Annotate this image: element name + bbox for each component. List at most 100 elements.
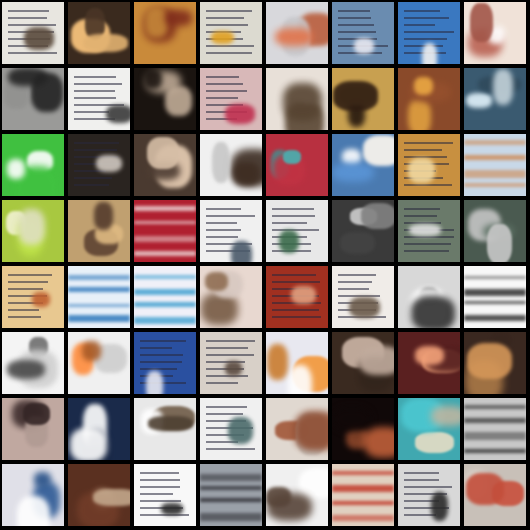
generated-image-tile: [398, 134, 460, 196]
texture-stripe: [404, 184, 452, 186]
texture-band: [200, 485, 262, 490]
texture-blob: [105, 104, 130, 123]
texture-blob: [340, 232, 375, 254]
generated-image-tile: [464, 266, 526, 328]
generated-image-tile: [266, 2, 328, 64]
generated-image-tile: [68, 68, 130, 130]
generated-image-tile: [200, 266, 262, 328]
texture-stripe: [140, 361, 182, 363]
texture-band: [134, 288, 196, 295]
generated-image-tile: [464, 2, 526, 64]
texture-stripe: [206, 347, 248, 349]
generated-image-tile: [134, 398, 196, 460]
texture-stripe: [206, 83, 243, 85]
generated-image-tile: [398, 266, 460, 328]
texture-stripe: [404, 142, 453, 144]
texture-band: [464, 418, 526, 423]
texture-stripe: [206, 215, 255, 217]
texture-stripe: [404, 149, 442, 151]
texture-stripe: [338, 24, 374, 26]
texture-band: [134, 302, 196, 307]
generated-image-tile: [464, 134, 526, 196]
texture-blob: [415, 431, 455, 453]
texture-blob: [486, 223, 512, 262]
generated-image-tile: [398, 200, 460, 262]
texture-blob: [266, 343, 289, 381]
generated-image-tile: [332, 464, 394, 526]
generated-image-tile: [266, 332, 328, 394]
texture-blob: [230, 240, 252, 262]
texture-blob: [282, 149, 302, 164]
texture-stripe: [8, 24, 56, 26]
texture-blob: [225, 360, 243, 377]
texture-blob: [278, 229, 299, 253]
generated-image-tile: [398, 332, 460, 394]
texture-stripe: [74, 149, 117, 151]
texture-stripe: [8, 309, 39, 311]
texture-stripe: [8, 281, 48, 283]
generated-image-tile: [134, 266, 196, 328]
texture-stripe: [404, 243, 451, 245]
texture-stripe: [338, 288, 369, 290]
texture-stripe: [206, 208, 241, 210]
texture-blob: [146, 371, 164, 394]
texture-blob: [233, 161, 260, 187]
texture-stripe: [206, 45, 254, 47]
generated-image-tile: [2, 398, 64, 460]
texture-blob: [211, 142, 231, 184]
generated-image-tile: [200, 398, 262, 460]
texture-band: [464, 448, 526, 453]
texture-band: [200, 498, 262, 502]
generated-image-tile: [464, 398, 526, 460]
texture-blob: [148, 416, 194, 431]
texture-stripe: [206, 340, 255, 342]
texture-blob: [414, 345, 444, 366]
texture-blob: [411, 295, 455, 328]
generated-image-tile: [2, 266, 64, 328]
texture-blob: [32, 291, 51, 307]
texture-blob: [332, 406, 372, 432]
texture-stripe: [206, 17, 244, 19]
texture-stripe: [140, 347, 172, 349]
texture-band: [464, 288, 526, 297]
texture-band: [200, 473, 262, 481]
texture-band: [68, 275, 130, 280]
texture-band: [332, 485, 394, 493]
texture-stripe: [206, 52, 252, 54]
generated-image-tile: [134, 134, 196, 196]
texture-blob: [17, 208, 45, 245]
generated-image-tile: [134, 332, 196, 394]
texture-stripe: [206, 90, 247, 92]
texture-band: [464, 183, 526, 187]
texture-stripe: [338, 17, 371, 19]
generated-image-tile: [332, 2, 394, 64]
texture-blob: [33, 472, 51, 488]
texture-stripe: [206, 229, 241, 231]
generated-image-tile: [68, 2, 130, 64]
texture-stripe: [404, 472, 439, 474]
texture-stripe: [206, 76, 239, 78]
texture-blob: [93, 202, 113, 230]
texture-stripe: [74, 90, 115, 92]
texture-stripe: [272, 274, 316, 276]
texture-stripe: [74, 177, 112, 179]
texture-stripe: [8, 10, 49, 12]
generated-image-tile: [332, 68, 394, 130]
generated-image-tile: [68, 134, 130, 196]
texture-blob: [408, 98, 432, 130]
texture-stripe: [140, 479, 180, 481]
texture-band: [332, 500, 394, 505]
texture-blob: [6, 359, 45, 379]
texture-blob: [23, 402, 51, 425]
texture-stripe: [404, 236, 454, 238]
texture-band: [464, 275, 526, 279]
texture-stripe: [140, 472, 179, 474]
texture-stripe: [404, 215, 437, 217]
texture-stripe: [206, 236, 238, 238]
texture-stripe: [272, 316, 321, 318]
generated-image-tile: [68, 464, 130, 526]
generated-image-tile: [332, 398, 394, 460]
generated-image-tile: [2, 332, 64, 394]
texture-stripe: [206, 413, 243, 415]
generated-image-tile: [266, 398, 328, 460]
